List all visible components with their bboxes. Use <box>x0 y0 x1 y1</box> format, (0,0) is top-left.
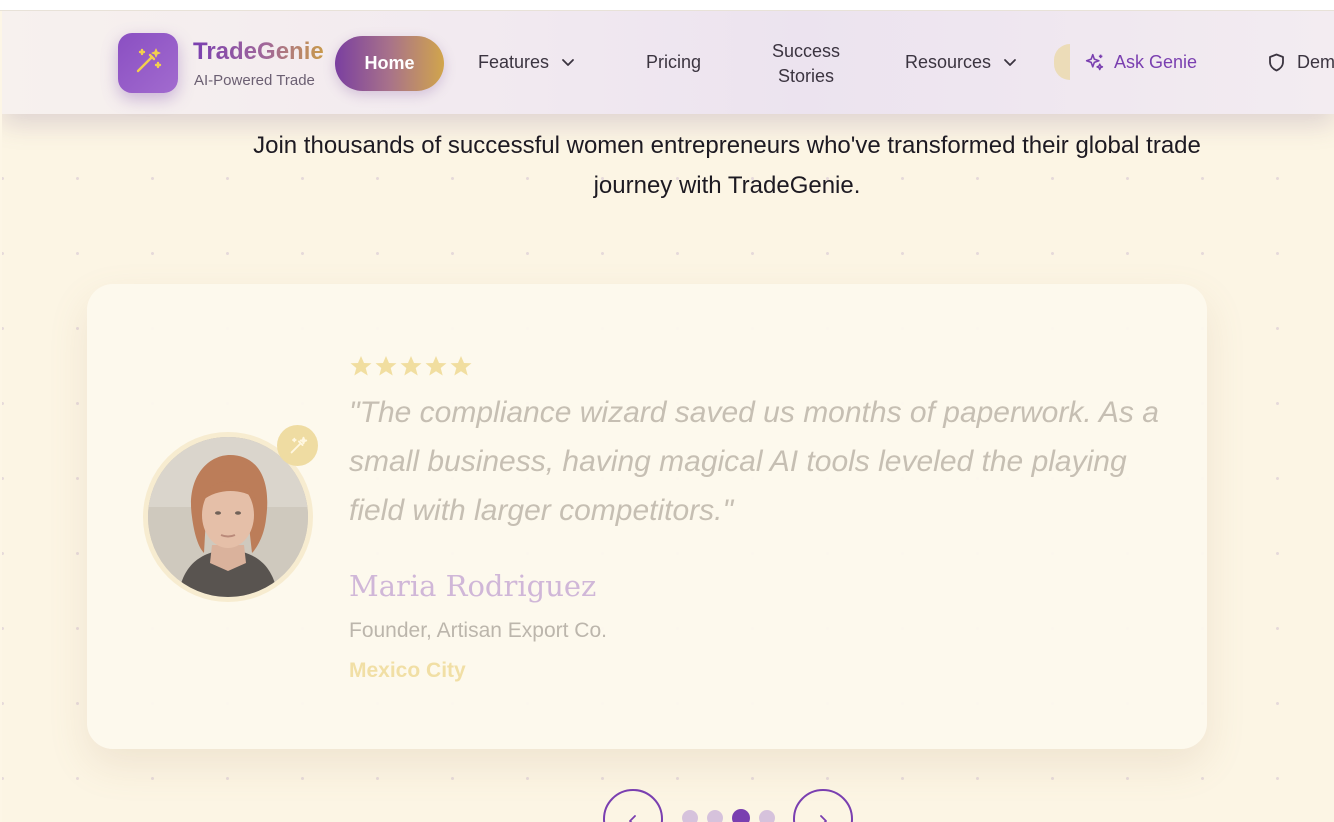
chevron-left-icon <box>627 808 639 822</box>
demo-button[interactable]: Dem <box>1268 52 1334 73</box>
chevron-down-icon <box>561 58 575 67</box>
wand-sparkle-icon <box>277 425 318 466</box>
star-icon <box>374 354 398 383</box>
testimonial-quote: "The compliance wizard saved us months o… <box>349 396 1159 527</box>
testimonial-name: Maria Rodriguez <box>349 569 597 603</box>
rating-stars <box>349 354 473 383</box>
theme-toggle[interactable] <box>1054 44 1070 80</box>
magic-wand-icon <box>132 45 164 82</box>
demo-label: Dem <box>1297 52 1334 72</box>
nav-features[interactable]: Features <box>478 52 575 73</box>
testimonial-card: "The compliance wizard saved us months o… <box>87 284 1207 749</box>
chevron-down-icon <box>1003 58 1017 67</box>
carousel-dots <box>682 809 775 822</box>
testimonial-location: Mexico City <box>349 659 466 682</box>
shield-icon <box>1268 53 1285 72</box>
star-icon <box>449 354 473 383</box>
carousel-next-button[interactable] <box>793 789 853 822</box>
ask-genie-button[interactable]: Ask Genie <box>1084 52 1197 73</box>
nav-home[interactable]: Home <box>335 36 444 91</box>
carousel-dot[interactable] <box>759 810 775 822</box>
nav-success-stories[interactable]: Success Stories <box>760 39 852 89</box>
nav-resources[interactable]: Resources <box>905 52 1017 73</box>
navbar: TradeGenie AI-Powered Trade Home Feature… <box>2 11 1334 114</box>
ask-genie-label: Ask Genie <box>1114 52 1198 72</box>
sparkles-icon <box>1084 52 1105 73</box>
carousel-dot-active[interactable] <box>732 809 750 822</box>
star-icon <box>424 354 448 383</box>
nav-pricing[interactable]: Pricing <box>646 52 701 73</box>
testimonial-role: Founder, Artisan Export Co. <box>349 619 607 642</box>
star-icon <box>349 354 373 383</box>
section-subtitle: Join thousands of successful women entre… <box>253 132 1201 199</box>
carousel-dot[interactable] <box>707 810 723 822</box>
nav-features-label: Features <box>478 52 550 72</box>
browser-top-strip <box>0 0 1334 11</box>
brand-name[interactable]: TradeGenie <box>193 38 324 66</box>
nav-resources-label: Resources <box>905 52 992 72</box>
brand-tagline: AI-Powered Trade <box>194 72 315 89</box>
star-icon <box>399 354 423 383</box>
carousel-prev-button[interactable] <box>603 789 663 822</box>
carousel-dot[interactable] <box>682 810 698 822</box>
chevron-right-icon <box>817 808 829 822</box>
page: TradeGenie AI-Powered Trade Home Feature… <box>2 11 1334 822</box>
logo[interactable] <box>118 33 178 93</box>
